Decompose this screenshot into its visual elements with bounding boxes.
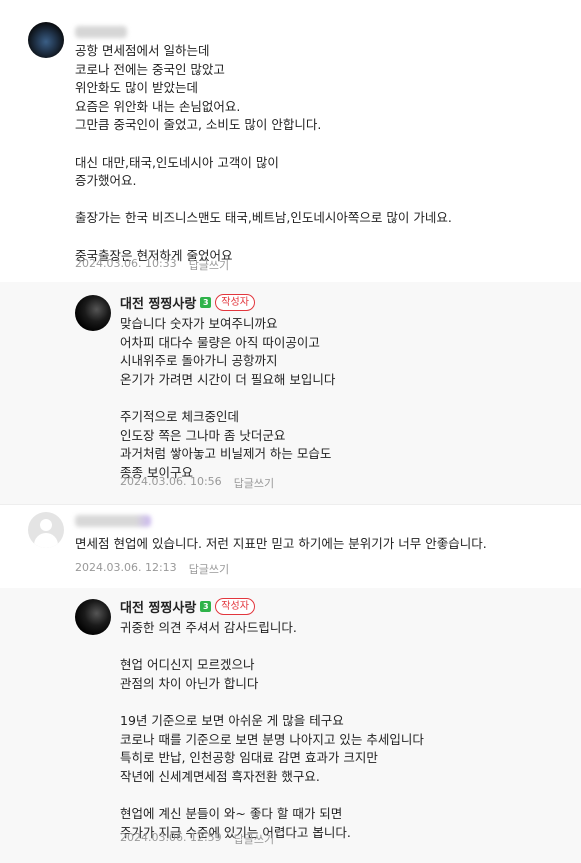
comment-body: 귀중한 의견 주셔서 감사드립니다. 현업 어디신지 모르겠으나 관점의 차이 아… xyxy=(120,620,424,840)
comment-2: 면세점 현업에 있습니다. 저런 지표만 믿고 하기에는 분위기가 너무 안좋습… xyxy=(0,505,581,588)
comment-body: 공항 면세점에서 일하는데 코로나 전에는 중국인 많았고 위안화도 많이 받았는데… xyxy=(75,43,452,263)
reply-button[interactable]: 답글쓰기 xyxy=(234,475,274,491)
comment-date: 2024.03.06. 10:56 xyxy=(120,475,222,488)
nickname[interactable]: 대전 찡찡사랑 xyxy=(120,597,196,616)
author-badge: 작성자 xyxy=(215,294,255,311)
comment-date: 2024.03.06. 10:33 xyxy=(75,257,177,270)
nickname-blurred[interactable] xyxy=(75,515,151,527)
comment-date: 2024.03.06. 12:59 xyxy=(120,831,222,844)
comment-body: 면세점 현업에 있습니다. 저런 지표만 믿고 하기에는 분위기가 너무 안좋습… xyxy=(75,536,487,551)
level-badge: 3 xyxy=(200,297,212,308)
comment-1: 공항 면세점에서 일하는데 코로나 전에는 중국인 많았고 위안화도 많이 받았는데… xyxy=(0,0,581,292)
reply-button[interactable]: 답글쓰기 xyxy=(234,831,274,847)
nickname-row: 대전 찡찡사랑 3 작성자 xyxy=(120,597,255,616)
comment-meta: 2024.03.06. 10:56 답글쓰기 xyxy=(120,475,274,491)
avatar[interactable] xyxy=(75,599,111,635)
reply-button[interactable]: 답글쓰기 xyxy=(189,561,229,577)
nickname-blurred[interactable] xyxy=(75,26,127,38)
comment-body: 맞습니다 숫자가 보여주니까요 어차피 대다수 물량은 아직 따이공이고 시내위주로… xyxy=(120,316,336,480)
level-badge: 3 xyxy=(200,601,212,612)
comment-date: 2024.03.06. 12:13 xyxy=(75,561,177,574)
nickname[interactable]: 대전 찡찡사랑 xyxy=(120,293,196,312)
reply-button[interactable]: 답글쓰기 xyxy=(189,257,229,273)
reply-comment-2: 대전 찡찡사랑 3 작성자 귀중한 의견 주셔서 감사드립니다. 현업 어디신지… xyxy=(0,588,581,863)
comment-meta: 2024.03.06. 10:33 답글쓰기 xyxy=(75,257,229,273)
author-badge: 작성자 xyxy=(215,598,255,615)
avatar[interactable] xyxy=(28,512,64,548)
nickname-row: 대전 찡찡사랑 3 작성자 xyxy=(120,293,255,312)
reply-comment-1: 대전 찡찡사랑 3 작성자 맞습니다 숫자가 보여주니까요 어차피 대다수 물량은… xyxy=(0,282,581,504)
comment-meta: 2024.03.06. 12:59 답글쓰기 xyxy=(120,831,274,847)
comment-meta: 2024.03.06. 12:13 답글쓰기 xyxy=(75,561,229,577)
avatar[interactable] xyxy=(28,22,64,58)
avatar[interactable] xyxy=(75,295,111,331)
